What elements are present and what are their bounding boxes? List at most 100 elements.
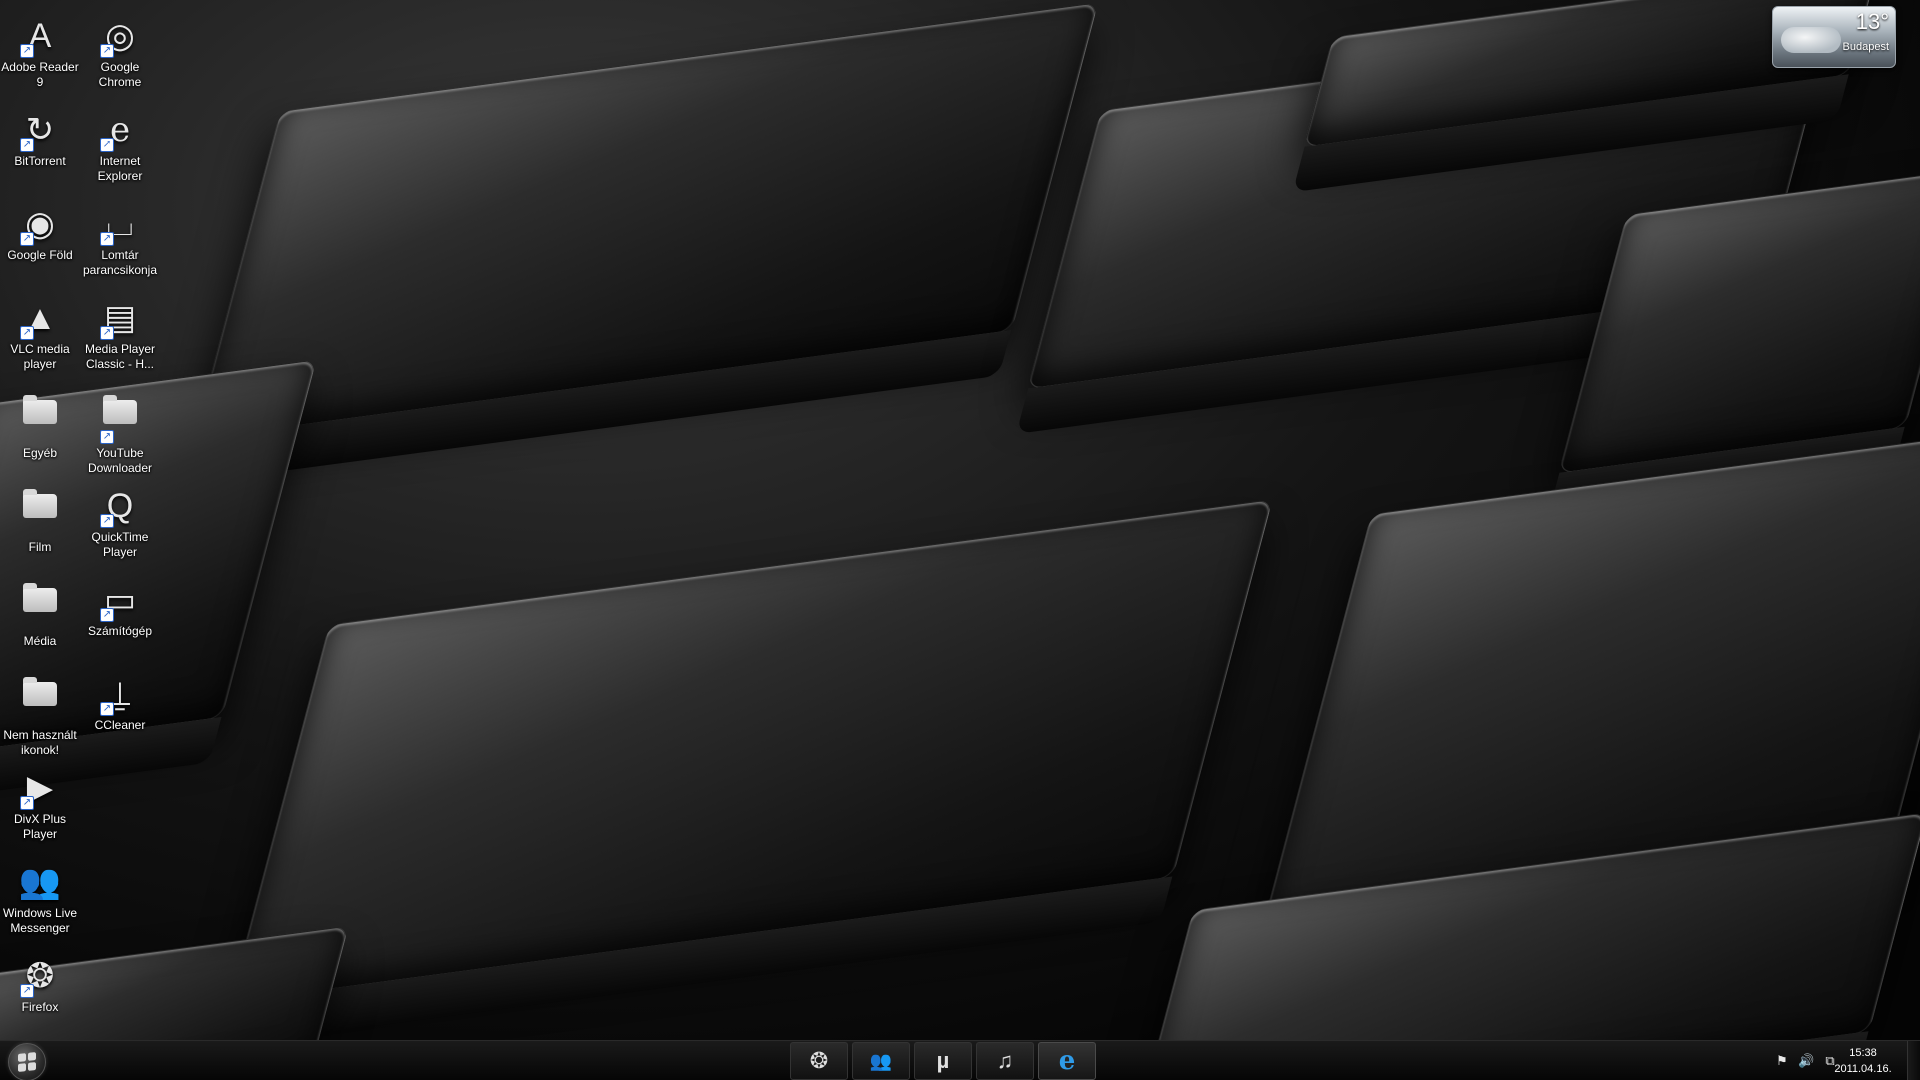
system-tray: ⚑ 🔊 ⧉ 15:38 2011.04.16. — [1720, 1041, 1920, 1080]
vlc-icon: ▲ ↗ — [18, 296, 62, 340]
wallpaper — [0, 0, 1920, 1040]
desktop-icon-youtube-downloader[interactable]: ↗ YouTube Downloader — [80, 382, 160, 475]
folder-icon — [18, 583, 62, 632]
shortcut-arrow-icon: ↗ — [20, 232, 34, 246]
desktop-icon-bittorrent[interactable]: ↻ ↗ BitTorrent — [0, 100, 80, 192]
clock[interactable]: 15:38 2011.04.16. — [1828, 1045, 1898, 1077]
desktop-icon-label: VLC media player — [10, 342, 70, 371]
desktop-icon-quicktime[interactable]: Q ↗ QuickTime Player — [80, 476, 160, 568]
desktop-icon-media-folder[interactable]: Média — [0, 570, 80, 662]
shortcut-arrow-icon: ↗ — [100, 326, 114, 340]
shortcut-arrow-icon: ↗ — [100, 138, 114, 152]
shortcut-arrow-icon: ↗ — [100, 608, 114, 622]
cloud-icon — [1781, 27, 1841, 53]
desktop-icons: A ↗ Adobe Reader 9 ◎ ↗ Google Chrome ↻ ↗ Bi… — [0, 0, 170, 1040]
desktop-icon-label: BitTorrent — [14, 154, 66, 168]
desktop-icon-adobe-reader[interactable]: A ↗ Adobe Reader 9 — [0, 6, 80, 98]
music-note-icon: ♫ — [996, 1048, 1014, 1073]
taskbar-pinned-apps: ❂ 👥 µ ♫ e — [788, 1041, 1098, 1080]
taskbar-button-firefox[interactable]: ❂ — [790, 1042, 848, 1080]
desktop-icon-ccleaner[interactable]: ⍊ ↗ CCleaner — [80, 664, 160, 756]
desktop-icon-label: Internet Explorer — [97, 154, 143, 183]
ccleaner-icon: ⍊ ↗ — [98, 672, 142, 716]
show-desktop-button[interactable] — [1907, 1041, 1920, 1080]
taskbar-button-messenger[interactable]: 👥 — [852, 1042, 910, 1080]
shortcut-arrow-icon: ↗ — [100, 232, 114, 246]
desktop-icon-label: Adobe Reader 9 — [1, 60, 79, 89]
desktop-icon-label: Firefox — [21, 1000, 59, 1014]
start-button[interactable] — [8, 1043, 46, 1080]
internet-explorer-icon: e — [1058, 1046, 1076, 1076]
desktop-icon-label: Google Föld — [7, 248, 73, 262]
folder-icon — [18, 677, 62, 726]
shortcut-arrow-icon: ↗ — [20, 796, 34, 810]
flag-icon[interactable]: ⚑ — [1774, 1053, 1790, 1069]
taskbar-button-utorrent[interactable]: µ — [914, 1042, 972, 1080]
desktop-icon-firefox[interactable]: ❂ ↗ Firefox — [0, 946, 80, 1038]
desktop-icon-unused-icons-folder[interactable]: Nem használt ikonok! — [0, 664, 80, 757]
shortcut-arrow-icon: ↗ — [20, 984, 34, 998]
utorrent-icon: µ — [936, 1048, 950, 1073]
folder-icon: ↗ — [98, 395, 142, 444]
firefox-icon: ❂ — [809, 1048, 829, 1073]
windows-logo-icon — [18, 1052, 36, 1072]
desktop-icon-media-player-classic[interactable]: ▤ ↗ Media Player Classic - H... — [80, 288, 160, 380]
desktop-icon-label: Media Player Classic - H... — [84, 342, 156, 371]
divx-icon: ▶ ↗ — [18, 766, 62, 810]
desktop-icon-divx[interactable]: ▶ ↗ DivX Plus Player — [0, 758, 80, 850]
desktop-icon-film-folder[interactable]: Film — [0, 476, 80, 568]
taskbar-button-music[interactable]: ♫ — [976, 1042, 1034, 1080]
messenger-icon: 👥 — [869, 1050, 893, 1071]
wallpaper-cube — [229, 499, 1273, 1003]
desktop-icon-label: Számítógép — [87, 624, 153, 638]
folder-icon — [18, 395, 62, 444]
desktop-icon-recycle-bin[interactable]: ⌴ ↗ Lomtár parancsikonja — [80, 194, 160, 286]
desktop-icon-computer[interactable]: ▭ ↗ Számítógép — [80, 570, 160, 662]
desktop-icon-google-earth[interactable]: ◉ ↗ Google Föld — [0, 194, 80, 286]
desktop-icon-label: DivX Plus Player — [13, 812, 66, 841]
shortcut-arrow-icon: ↗ — [100, 44, 114, 58]
recycle-bin-icon: ⌴ ↗ — [98, 202, 142, 246]
google-earth-icon: ◉ ↗ — [18, 202, 62, 246]
shortcut-arrow-icon: ↗ — [20, 326, 34, 340]
desktop-icon-messenger[interactable]: 👥 Windows Live Messenger — [0, 852, 80, 944]
shortcut-arrow-icon: ↗ — [20, 44, 34, 58]
adobe-reader-icon: A ↗ — [18, 14, 62, 58]
weather-city: Budapest — [1842, 41, 1889, 53]
firefox-icon: ❂ ↗ — [18, 954, 62, 998]
media-player-classic-icon: ▤ ↗ — [98, 296, 142, 340]
desktop-icon-label: Egyéb — [22, 446, 58, 460]
clock-date: 2011.04.16. — [1834, 1063, 1892, 1075]
desktop-icon-internet-explorer[interactable]: e ↗ Internet Explorer — [80, 100, 160, 192]
desktop-icon-vlc[interactable]: ▲ ↗ VLC media player — [0, 288, 80, 380]
desktop-icon-label: Windows Live Messenger — [2, 906, 78, 935]
folder-icon — [18, 489, 62, 538]
speaker-icon[interactable]: 🔊 — [1798, 1053, 1814, 1069]
internet-explorer-icon: e ↗ — [98, 108, 142, 152]
computer-icon: ▭ ↗ — [98, 578, 142, 622]
desktop-icon-google-chrome[interactable]: ◎ ↗ Google Chrome — [80, 6, 160, 98]
desktop-icon-label: Nem használt ikonok! — [3, 728, 77, 757]
quicktime-icon: Q ↗ — [98, 484, 142, 528]
desktop-icon-label: Média — [23, 634, 57, 648]
clock-time: 15:38 — [1849, 1047, 1877, 1059]
desktop-icon-label: Lomtár parancsikonja — [82, 248, 158, 277]
desktop-icon-label: Film — [28, 540, 52, 554]
shortcut-arrow-icon: ↗ — [100, 514, 114, 528]
desktop-icon-label: Google Chrome — [98, 60, 142, 89]
chrome-icon: ◎ ↗ — [98, 14, 142, 58]
weather-gadget[interactable]: 13° Budapest — [1772, 6, 1896, 68]
taskbar: ❂ 👥 µ ♫ e ⚑ 🔊 ⧉ 15:38 2011.04.16. — [0, 1040, 1920, 1080]
desktop-icon-label: YouTube Downloader — [87, 446, 153, 475]
weather-temperature: 13° — [1855, 9, 1889, 34]
wallpaper-cube — [193, 2, 1099, 440]
shortcut-arrow-icon: ↗ — [100, 430, 114, 444]
bittorrent-icon: ↻ ↗ — [18, 108, 62, 152]
shortcut-arrow-icon: ↗ — [100, 702, 114, 716]
shortcut-arrow-icon: ↗ — [20, 138, 34, 152]
taskbar-button-internet-explorer[interactable]: e — [1038, 1042, 1096, 1080]
desktop-icon-label: QuickTime Player — [91, 530, 149, 559]
desktop[interactable]: A ↗ Adobe Reader 9 ◎ ↗ Google Chrome ↻ ↗ Bi… — [0, 0, 1920, 1080]
desktop-icon-label: CCleaner — [94, 718, 146, 732]
desktop-icon-egyeb-folder[interactable]: Egyéb — [0, 382, 80, 474]
